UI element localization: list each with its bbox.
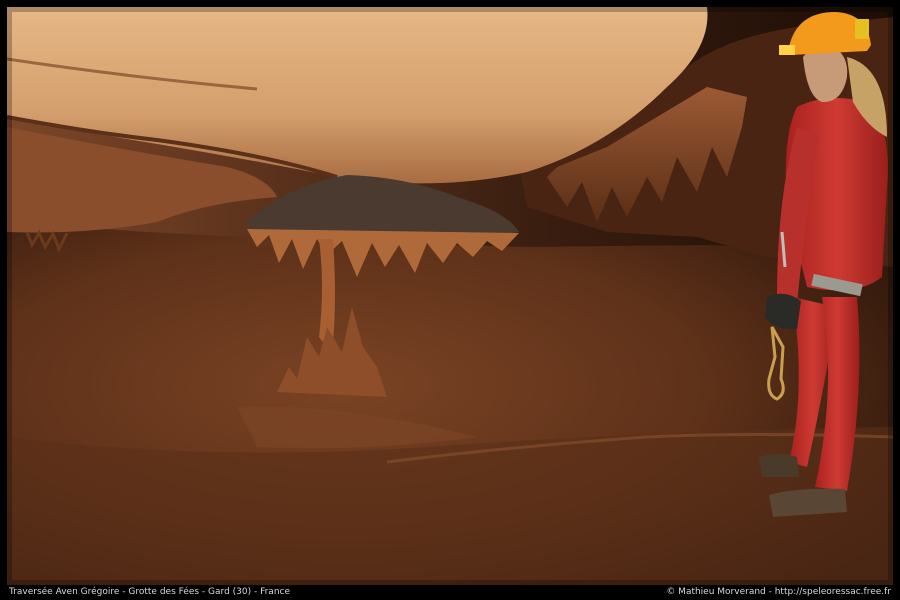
caption-bar: Traversée Aven Grégoire - Grotte des Fée… <box>0 585 900 600</box>
cave-scene <box>7 7 893 585</box>
boot <box>769 488 847 517</box>
photo-frame <box>0 0 900 600</box>
floor-foreground <box>7 427 893 585</box>
photo-caption-credit: © Mathieu Morverand - http://speleoressa… <box>666 587 891 597</box>
boot <box>759 454 799 477</box>
helmet-lamp <box>779 45 795 55</box>
cave-photograph <box>7 7 893 585</box>
helmet-light-battery <box>855 19 869 39</box>
photo-caption-location: Traversée Aven Grégoire - Grotte des Fée… <box>9 587 291 597</box>
